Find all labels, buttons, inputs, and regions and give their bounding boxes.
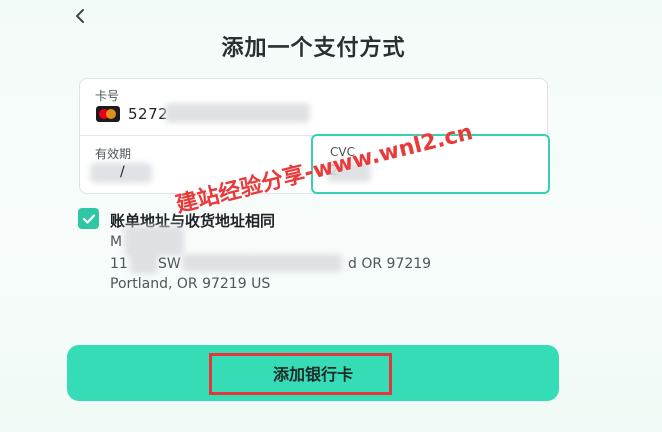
page-title: 添加一个支付方式 bbox=[221, 36, 406, 61]
card-number-label: 卡号 bbox=[95, 89, 120, 103]
redacted-card-number bbox=[165, 103, 310, 123]
address-line-2: 11 bbox=[110, 256, 128, 272]
expiry-value: / bbox=[120, 164, 125, 180]
chevron-left-icon bbox=[76, 9, 84, 23]
address-line-2-start: 11 bbox=[110, 256, 128, 272]
address-line-3: Portland, OR 97219 US bbox=[110, 276, 271, 292]
check-icon bbox=[82, 213, 95, 224]
add-card-button-label: 添加银行卡 bbox=[272, 365, 353, 384]
back-button[interactable] bbox=[70, 6, 90, 26]
redacted-address-2a bbox=[130, 252, 158, 274]
address-line-2-mid: SW bbox=[158, 256, 181, 272]
mastercard-icon bbox=[96, 106, 120, 122]
card-number-field[interactable]: 卡号 5272 bbox=[80, 79, 547, 136]
add-card-button[interactable]: 添加银行卡 bbox=[67, 345, 559, 401]
address-line-2-end: d OR 97219 bbox=[348, 256, 432, 272]
address-line-1: M bbox=[110, 234, 123, 250]
redacted-address-2b bbox=[182, 254, 342, 272]
same-address-checkbox[interactable] bbox=[78, 208, 99, 229]
expiry-label: 有效期 bbox=[95, 147, 132, 161]
card-number-value: 5272 bbox=[128, 105, 169, 123]
